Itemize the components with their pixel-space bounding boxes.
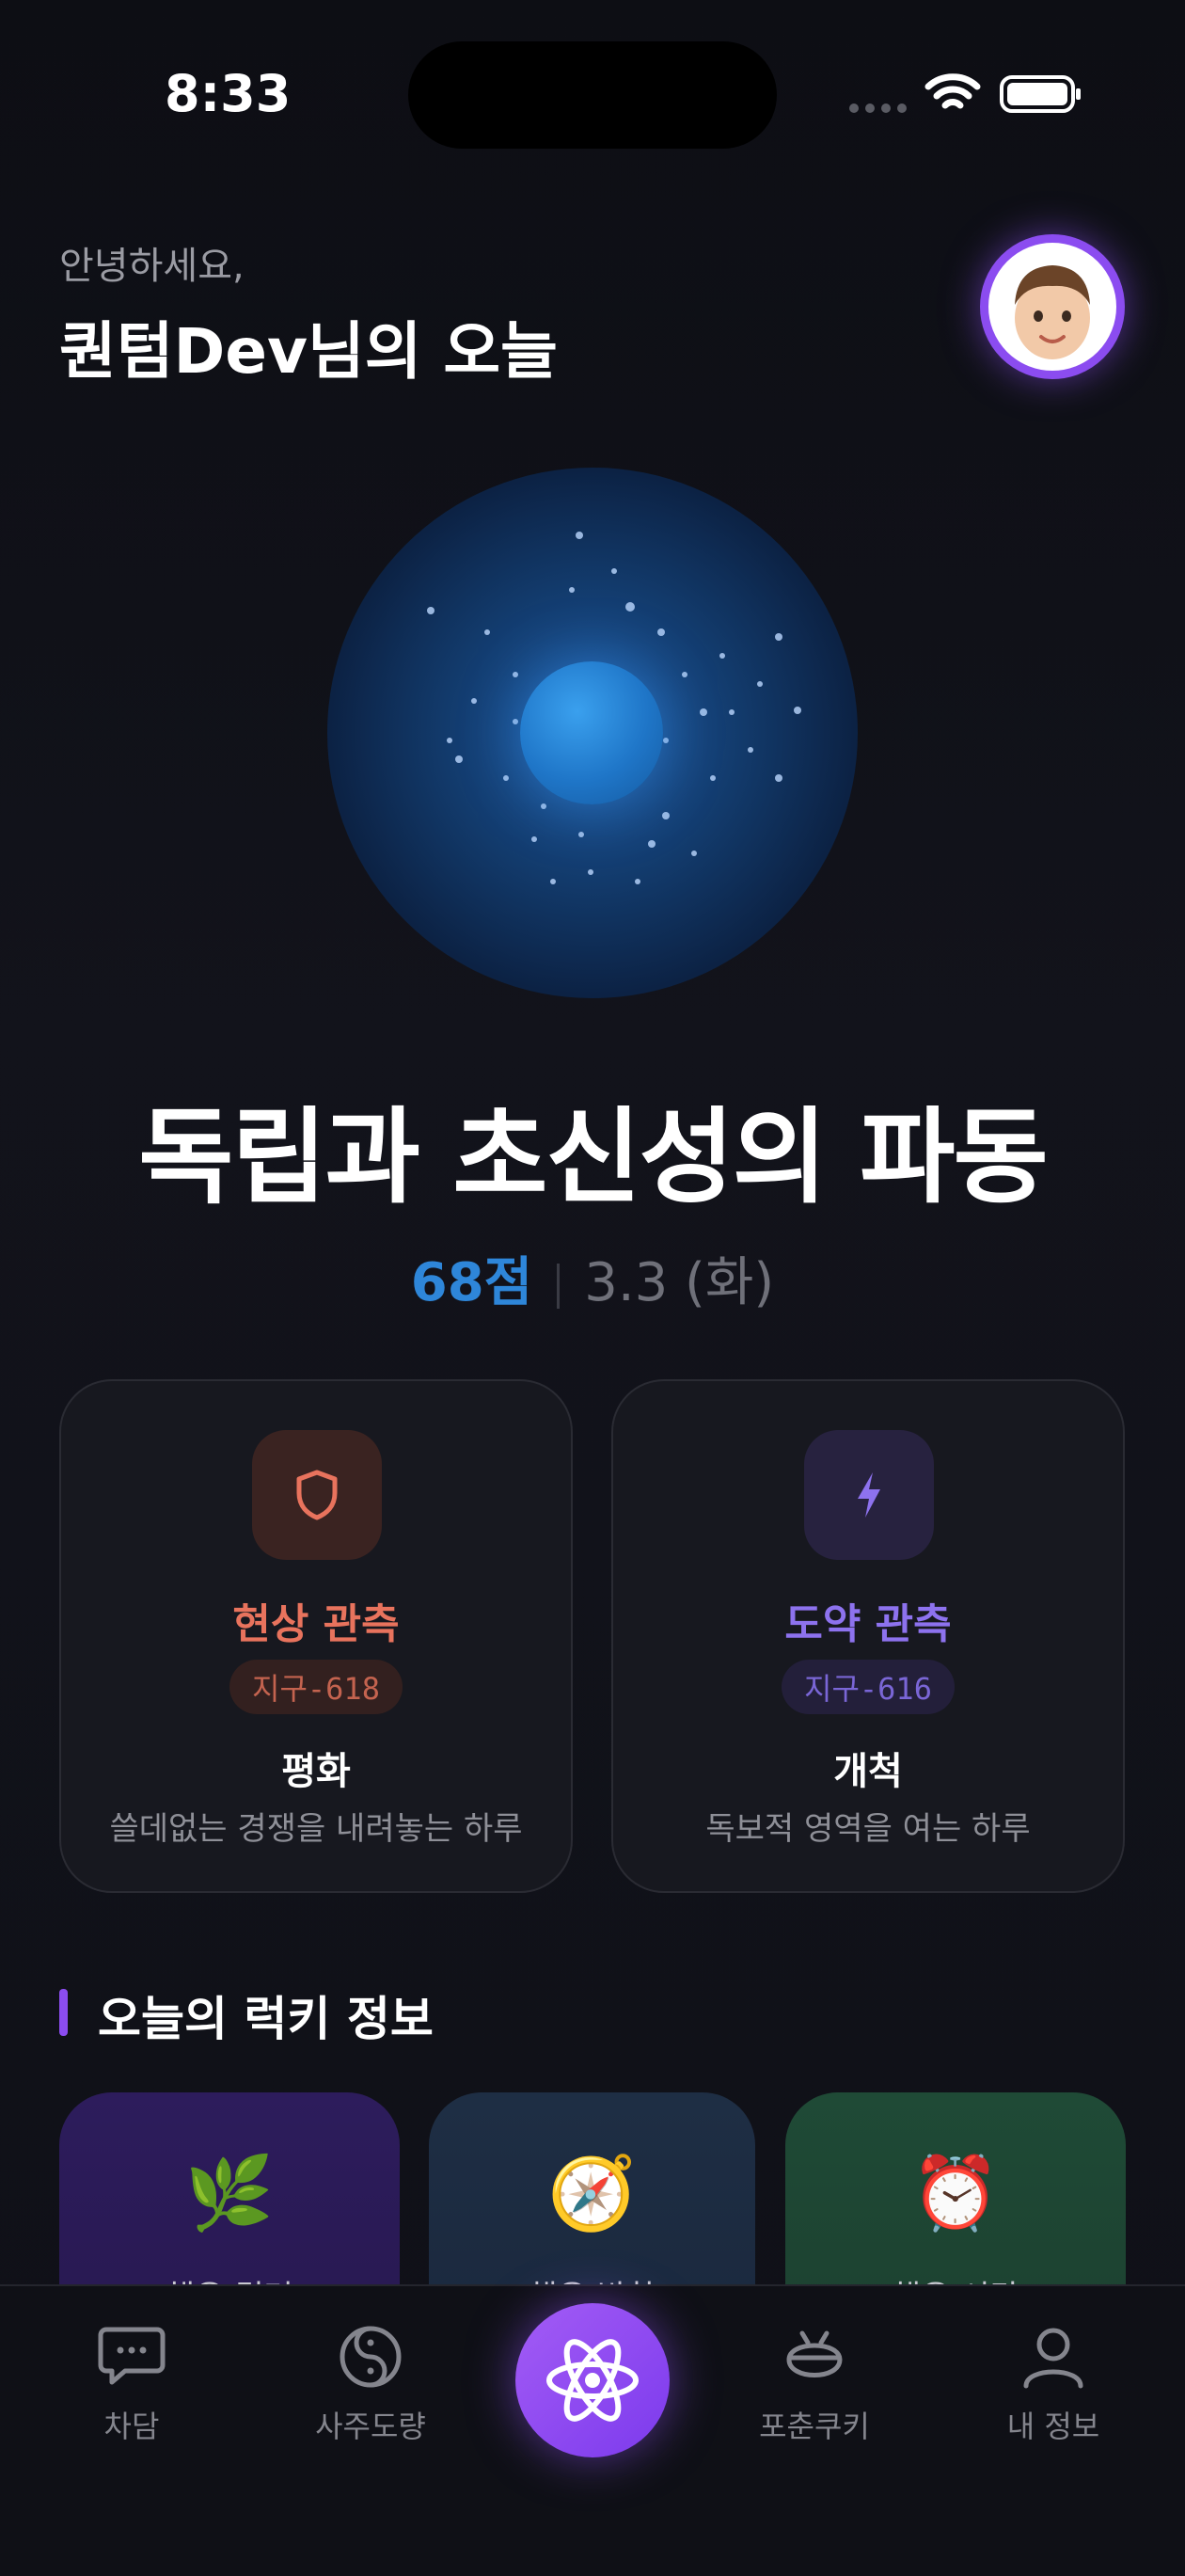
tab-chat[interactable]: 차담 <box>28 2324 235 2446</box>
dynamic-island <box>408 41 777 149</box>
orb-core <box>520 661 663 804</box>
center-atom-button[interactable] <box>515 2303 670 2457</box>
card-title: 현상 관측 <box>232 1600 400 1648</box>
wifi-icon <box>924 73 981 109</box>
tab-saju[interactable]: 사주도량 <box>267 2324 474 2446</box>
lightning-icon <box>858 1472 880 1518</box>
memoji-face-icon <box>1015 265 1090 359</box>
card-tag: 지구-616 <box>782 1660 955 1714</box>
person-icon <box>1023 2328 1083 2389</box>
shield-icon <box>296 1470 338 1520</box>
compass-icon: 🧭 <box>547 2151 637 2234</box>
battery-icon <box>1000 75 1081 113</box>
fortune-title: 독립과 초신성의 파동 <box>138 1097 1048 1217</box>
lightning-icon-box <box>804 1430 934 1560</box>
yin-yang-icon <box>340 2326 402 2388</box>
card-description: 쓸데없는 경쟁을 내려놓는 하루 <box>109 1810 523 1848</box>
alarm-clock-icon: ⏰ <box>910 2151 1001 2234</box>
card-tag: 지구-618 <box>229 1660 403 1714</box>
score-value: 68점 <box>410 1252 533 1313</box>
page-title: 퀀텀Dev님의 오늘 <box>59 315 558 388</box>
tab-label: 사주도량 <box>315 2409 426 2444</box>
divider <box>557 1263 561 1309</box>
fortune-cookie-icon <box>786 2330 843 2377</box>
tab-label: 내 정보 <box>1006 2409 1100 2444</box>
status-time: 8:33 <box>165 64 292 123</box>
chat-icon <box>98 2327 166 2385</box>
card-description: 독보적 영역을 여는 하루 <box>705 1810 1031 1848</box>
atom-icon <box>546 2339 639 2422</box>
herb-icon: 🌿 <box>184 2151 275 2234</box>
greeting-text: 안녕하세요, <box>59 245 245 288</box>
shield-icon-box <box>252 1430 382 1560</box>
section-accent-bar <box>59 1989 68 2036</box>
card-title: 도약 관측 <box>784 1600 952 1648</box>
card-keyword: 개척 <box>833 1750 903 1793</box>
tab-fortune-cookie[interactable]: 포춘쿠키 <box>711 2324 918 2446</box>
card-phenomenon[interactable]: 현상 관측 지구-618 평화 쓸데없는 경쟁을 내려놓는 하루 <box>59 1379 573 1893</box>
cellular-signal-icon <box>849 103 907 113</box>
tab-my-info[interactable]: 내 정보 <box>950 2324 1157 2446</box>
card-keyword: 평화 <box>281 1750 351 1793</box>
section-title: 오늘의 럭키 정보 <box>98 1992 434 2046</box>
avatar[interactable] <box>980 234 1125 379</box>
tab-label: 포춘쿠키 <box>759 2409 870 2444</box>
tab-label: 차담 <box>103 2409 160 2444</box>
score-row: 68점 3.3 (화) <box>0 1240 1185 1316</box>
date-text: 3.3 (화) <box>584 1252 775 1313</box>
card-leap[interactable]: 도약 관측 지구-616 개척 독보적 영역을 여는 하루 <box>611 1379 1125 1893</box>
